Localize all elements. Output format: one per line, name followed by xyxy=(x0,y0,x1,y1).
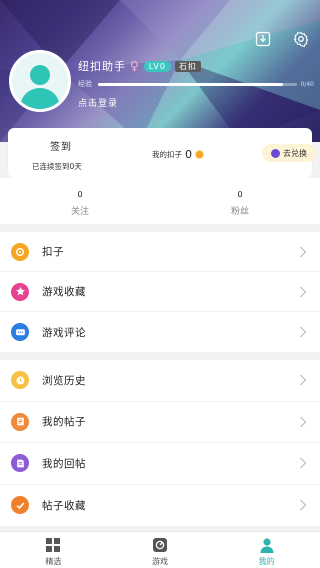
person-icon xyxy=(260,538,274,553)
menu-label: 浏览历史 xyxy=(42,374,86,387)
menu-label: 帖子收藏 xyxy=(42,499,86,512)
experience-row: 经验 0/40 xyxy=(78,79,314,89)
bottom-tab-bar: 精选 游戏 我的 xyxy=(0,531,320,568)
tab-label: 游戏 xyxy=(152,557,168,566)
female-gender-icon: ♀ xyxy=(130,59,140,73)
tab-label: 精选 xyxy=(45,557,62,566)
chevron-right-icon xyxy=(300,374,307,386)
profile-page: 纽扣助手 ♀ LV0 石扣 经验 0/40 点击登录 签到 已连续签到0天 我的… xyxy=(0,0,320,568)
menu-group-1: 扣子 游戏收藏 游戏评论 xyxy=(0,232,320,352)
exp-progress-bar xyxy=(98,82,297,86)
post-icon xyxy=(11,412,29,431)
exp-progress-fill xyxy=(98,82,283,86)
menu-label: 我的回帖 xyxy=(42,457,86,470)
following-label: 关注 xyxy=(70,207,89,217)
level-badge: LV0 xyxy=(143,60,171,72)
sign-in-card: 签到 已连续签到0天 我的扣子 0 去兑换 xyxy=(8,128,316,178)
chevron-right-icon xyxy=(300,246,307,257)
sign-in-streak: 已连续签到0天 xyxy=(32,162,82,171)
exchange-icon xyxy=(271,148,280,158)
clock-icon xyxy=(11,371,29,390)
check-favorite-icon xyxy=(11,496,29,515)
comment-icon xyxy=(11,323,29,341)
game-icon xyxy=(153,538,167,552)
following-stat[interactable]: 0 关注 xyxy=(0,178,160,224)
chevron-right-icon xyxy=(300,416,307,428)
sign-in-button[interactable]: 签到 xyxy=(50,138,72,153)
avatar[interactable] xyxy=(9,50,71,112)
title-badge: 石扣 xyxy=(174,60,201,72)
chevron-right-icon xyxy=(300,499,307,511)
menu-item-my-replies[interactable]: 我的回帖 xyxy=(0,443,320,485)
menu-label: 扣子 xyxy=(42,246,64,258)
login-link[interactable]: 点击登录 xyxy=(78,96,118,109)
menu-label: 游戏收藏 xyxy=(42,286,86,298)
tab-featured[interactable]: 精选 xyxy=(0,532,107,568)
coins-value: 0 xyxy=(185,148,192,161)
menu-item-my-posts[interactable]: 我的帖子 xyxy=(0,402,320,443)
grid-icon xyxy=(46,538,61,552)
profile-header: 纽扣助手 ♀ LV0 石扣 经验 0/40 点击登录 xyxy=(0,0,320,142)
download-icon[interactable] xyxy=(254,30,272,48)
menu-group-2: 浏览历史 我的帖子 我的回帖 帖子收藏 xyxy=(0,360,320,526)
chevron-right-icon xyxy=(300,457,307,469)
chevron-right-icon xyxy=(300,326,307,338)
reply-icon xyxy=(11,454,29,473)
menu-label: 游戏评论 xyxy=(42,326,86,339)
menu-item-game-comments[interactable]: 游戏评论 xyxy=(0,312,320,352)
exp-label: 经验 xyxy=(78,80,92,88)
coin-icon xyxy=(195,150,204,159)
star-icon xyxy=(11,282,29,301)
menu-item-coins[interactable]: 扣子 xyxy=(0,232,320,272)
tab-games[interactable]: 游戏 xyxy=(107,532,214,568)
username: 纽扣助手 xyxy=(78,60,126,73)
tab-label: 我的 xyxy=(258,557,275,566)
my-coins[interactable]: 我的扣子 0 xyxy=(152,148,204,161)
menu-item-post-favorites[interactable]: 帖子收藏 xyxy=(0,485,320,527)
username-row: 纽扣助手 ♀ LV0 石扣 xyxy=(78,58,201,74)
following-count: 0 xyxy=(77,190,83,199)
exp-value: 0/40 xyxy=(300,80,314,88)
settings-gear-icon[interactable] xyxy=(292,30,310,48)
menu-item-game-favorites[interactable]: 游戏收藏 xyxy=(0,272,320,312)
header-actions xyxy=(254,30,310,48)
exchange-label: 去兑换 xyxy=(283,148,307,158)
fans-count: 0 xyxy=(237,190,243,199)
coins-label: 我的扣子 xyxy=(152,150,182,159)
fans-stat[interactable]: 0 粉丝 xyxy=(160,178,320,224)
fans-label: 粉丝 xyxy=(230,207,249,217)
coin-icon xyxy=(11,242,29,261)
user-silhouette-icon xyxy=(20,65,60,109)
menu-label: 我的帖子 xyxy=(42,416,86,429)
exchange-button[interactable]: 去兑换 xyxy=(262,144,316,162)
menu-item-browse-history[interactable]: 浏览历史 xyxy=(0,360,320,402)
follow-stats: 0 关注 0 粉丝 xyxy=(0,178,320,224)
chevron-right-icon xyxy=(300,286,307,297)
tab-mine[interactable]: 我的 xyxy=(213,532,320,568)
